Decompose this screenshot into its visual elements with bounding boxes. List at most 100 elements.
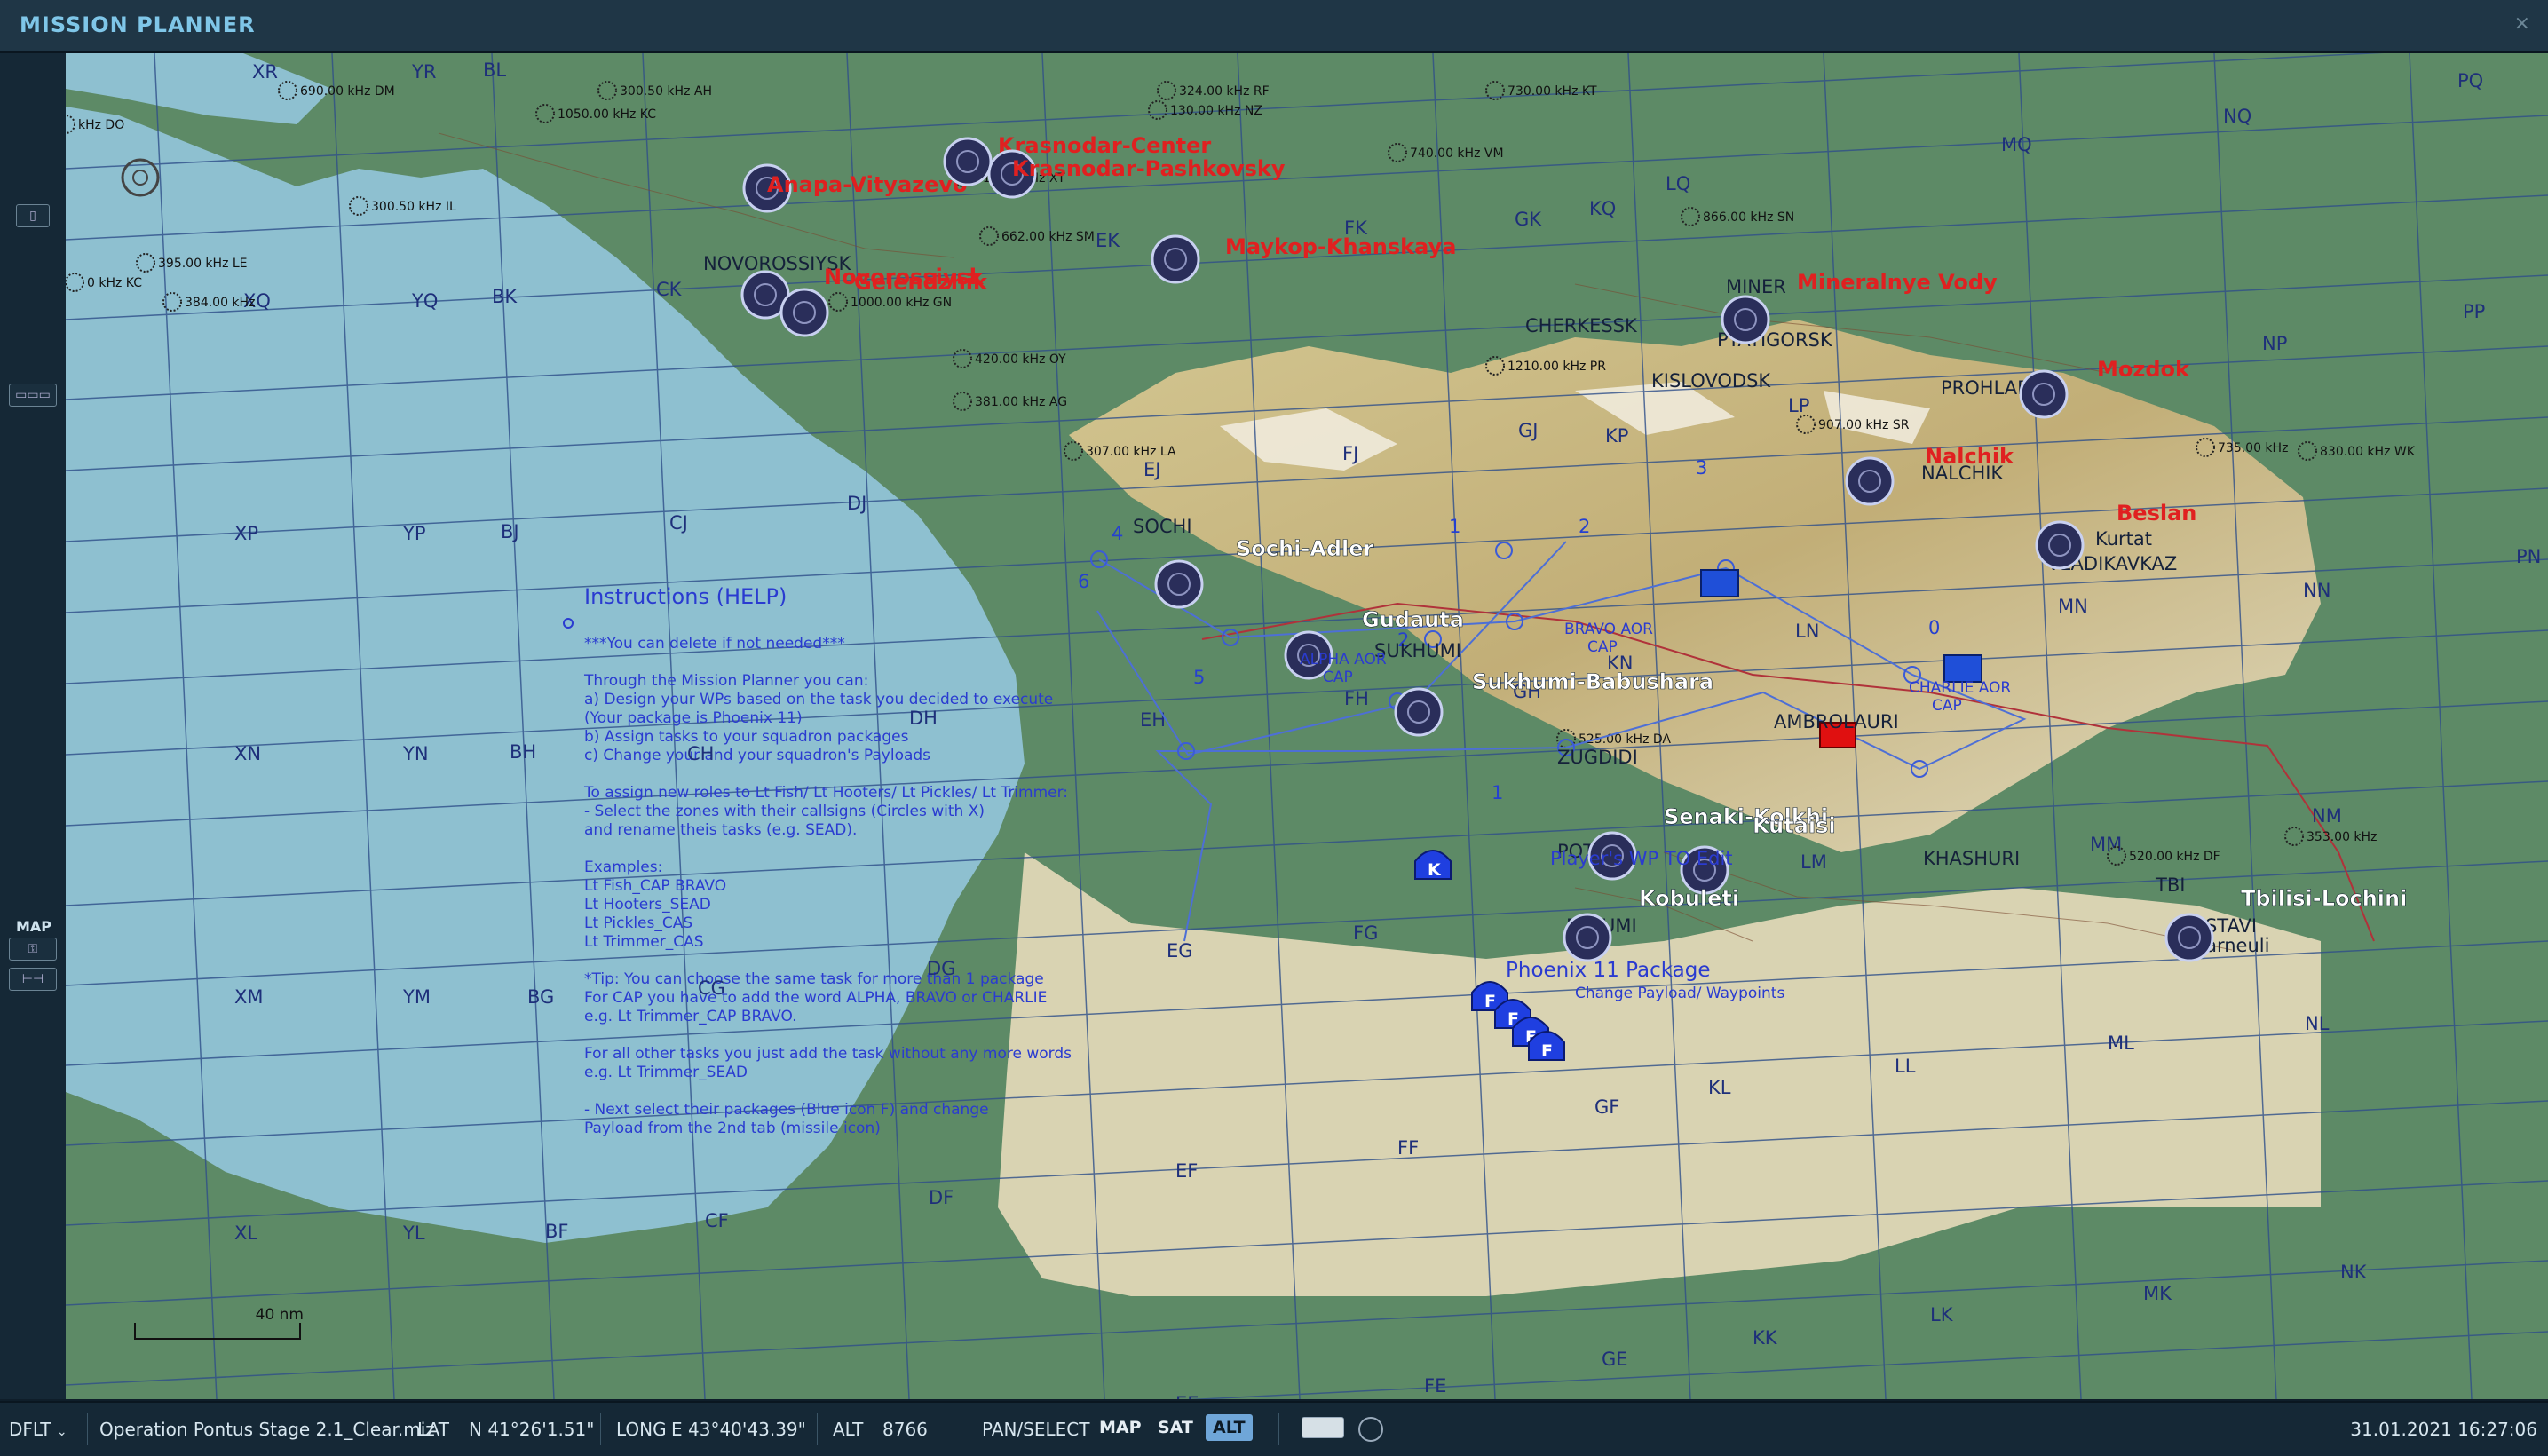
aor-label: ALPHA AOR: [1300, 651, 1387, 669]
grid-label: EE: [1175, 1393, 1199, 1399]
grid-label: FH: [1344, 688, 1369, 709]
airfield-name: Sochi-Adler: [1236, 536, 1374, 561]
svg-text:381.00 kHz AG: 381.00 kHz AG: [975, 395, 1067, 409]
grid-label: YM: [402, 986, 431, 1008]
help-line: For CAP you have to add the word ALPHA, …: [584, 989, 1047, 1007]
help-line: Examples:: [584, 859, 662, 876]
alt-value: 8766: [882, 1419, 928, 1440]
svg-text:1050.00 kHz KC: 1050.00 kHz KC: [558, 107, 656, 122]
svg-text:353.00 kHz: 353.00 kHz: [2307, 830, 2377, 844]
grid-label: BJ: [501, 521, 519, 542]
camera-icon[interactable]: [1302, 1417, 1344, 1438]
title-bar: MISSION PLANNER ×: [0, 0, 2548, 53]
help-line: and rename theis tasks (e.g. SEAD).: [584, 821, 857, 839]
svg-text:907.00 kHz SR: 907.00 kHz SR: [1818, 418, 1910, 432]
svg-text:300.50 kHz IL: 300.50 kHz IL: [371, 200, 456, 214]
grid-label: ML: [2108, 1033, 2134, 1054]
airfield-name: Gudauta: [1362, 607, 1464, 632]
datetime: 31.01.2021 16:27:06: [2350, 1419, 2537, 1440]
aor-sub: CAP: [1587, 638, 1618, 656]
help-line: Lt Hooters_SEAD: [584, 896, 711, 914]
grid-label: CJ: [669, 512, 688, 534]
town-label: KHASHURI: [1923, 848, 2020, 869]
lat-value: N 41°26'1.51": [469, 1419, 595, 1440]
airfield-name: Kutaisi: [1753, 813, 1836, 838]
aor-label: BRAVO AOR: [1564, 621, 1653, 638]
grid-label: BG: [527, 986, 554, 1008]
grid-label: NM: [2312, 805, 2342, 827]
ruler-icon[interactable]: ▯: [16, 204, 50, 227]
profile-select[interactable]: DFLT ⌄: [9, 1419, 67, 1440]
map-view[interactable]: 40 nm Instructions (HELP) ***You can dele…: [66, 53, 2548, 1399]
airfield-name: Mineralnye Vody: [1797, 270, 1998, 295]
airfield-name: Nalchik: [1925, 444, 2014, 469]
grid-label: CF: [705, 1210, 729, 1231]
mission-file: Operation Pontus Stage 2.1_Clear.miz: [99, 1419, 435, 1440]
grid-label: XL: [234, 1223, 257, 1244]
alt-mode-button[interactable]: ALT: [1206, 1414, 1253, 1441]
airfield-icon: [779, 288, 829, 337]
target-box[interactable]: [1700, 569, 1739, 597]
grid-label: NK: [2340, 1262, 2368, 1283]
town-label: SUKHUMI: [1374, 640, 1461, 661]
long-value: E 43°40'43.39": [671, 1419, 806, 1440]
mode-label: PAN/SELECT: [982, 1419, 1090, 1440]
svg-text:662.00 kHz SM: 662.00 kHz SM: [1001, 230, 1095, 244]
grid-label: EF: [1175, 1160, 1198, 1182]
grid-label: YL: [402, 1223, 425, 1244]
grid-label: KL: [1708, 1077, 1731, 1098]
grid-label: LK: [1930, 1304, 1954, 1325]
waypoint-number: 5: [1193, 667, 1205, 688]
map-section-label: MAP: [16, 918, 52, 935]
grid-label: BK: [492, 286, 518, 307]
map-mode-button[interactable]: MAP: [1092, 1414, 1149, 1441]
key-icon[interactable]: ⚿: [9, 938, 57, 961]
help-line: Lt Trimmer_CAS: [584, 933, 704, 951]
airfield-icon: [1394, 687, 1444, 737]
settings-icon[interactable]: [1358, 1417, 1383, 1442]
sat-mode-button[interactable]: SAT: [1151, 1414, 1200, 1441]
waypoint-number: 4: [1112, 523, 1123, 544]
target-box[interactable]: [1943, 654, 1982, 683]
grid-label: NN: [2303, 580, 2330, 601]
package-label: Phoenix 11 Package: [1506, 959, 1710, 982]
help-line: b) Assign tasks to your squadron package…: [584, 728, 909, 746]
grid-label: MQ: [2001, 134, 2032, 155]
status-bar: DFLT ⌄ Operation Pontus Stage 2.1_Clear.…: [0, 1401, 2548, 1456]
grid-label: DH: [909, 708, 938, 729]
measure-icon[interactable]: ⊢⊣: [9, 968, 57, 991]
grid-label: PN: [2516, 546, 2541, 567]
grid-label: PQ: [2457, 70, 2483, 91]
town-label: Kurtat: [2095, 528, 2152, 550]
unit-shield[interactable]: F: [1528, 1031, 1565, 1061]
svg-text:300.50 kHz AH: 300.50 kHz AH: [620, 84, 712, 99]
close-icon[interactable]: ×: [2514, 12, 2530, 35]
unit-shield[interactable]: K: [1414, 850, 1452, 880]
chevron-down-icon: ⌄: [56, 1425, 67, 1439]
airfield-name: Mozdok: [2097, 357, 2190, 382]
grid-label: NL: [2305, 1013, 2330, 1034]
grid-label: LL: [1895, 1056, 1916, 1077]
town-label: AMBROLAURI: [1774, 711, 1899, 732]
help-line: e.g. Lt Trimmer_SEAD: [584, 1064, 748, 1081]
help-line: e.g. Lt Trimmer_CAP BRAVO.: [584, 1008, 797, 1025]
svg-text:420.00 kHz OY: 420.00 kHz OY: [975, 352, 1066, 367]
grid-label: BF: [545, 1221, 569, 1242]
grid-label: MN: [2058, 596, 2088, 617]
svg-text:130.00 kHz NZ: 130.00 kHz NZ: [1170, 104, 1262, 118]
waypoint-number: 2: [1579, 516, 1590, 537]
grid-label: YP: [402, 523, 426, 544]
grid-label: CK: [656, 279, 683, 300]
help-line: Through the Mission Planner you can:: [583, 672, 868, 690]
help-line: For all other tasks you just add the tas…: [584, 1045, 1072, 1063]
help-line: - Select the zones with their callsigns …: [584, 803, 985, 820]
airfield-icon: [1721, 295, 1770, 344]
grid-label: NP: [2262, 333, 2287, 354]
grid-label: XP: [234, 523, 258, 544]
airfield-icon: [2164, 913, 2214, 962]
layers-icon[interactable]: ▭▭▭: [9, 384, 57, 407]
help-line: a) Design your WPs based on the task you…: [584, 691, 1053, 708]
help-line: *Tip: You can choose the same task for m…: [584, 970, 1044, 988]
grid-label: GK: [1515, 209, 1542, 230]
waypoint-number: 0: [1928, 617, 1940, 638]
